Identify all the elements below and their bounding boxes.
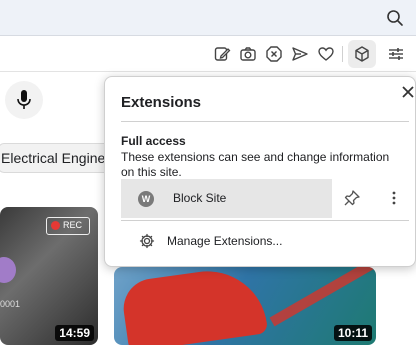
- extension-row-block-site[interactable]: W Block Site: [121, 179, 332, 218]
- microphone-icon: [17, 90, 31, 109]
- rec-badge: REC: [46, 217, 90, 235]
- thumbnail-road-graphic: [269, 267, 376, 327]
- rec-label: REC: [63, 220, 83, 230]
- rec-dot-icon: [51, 221, 60, 230]
- voice-search-button[interactable]: [5, 81, 43, 119]
- section-title: Full access: [121, 134, 186, 148]
- edit-note-icon[interactable]: [213, 45, 231, 63]
- section-description: These extensions can see and change info…: [121, 150, 390, 179]
- divider: [121, 220, 409, 221]
- toolbar-separator: [342, 46, 343, 62]
- extensions-icon[interactable]: [353, 45, 371, 63]
- popup-title: Extensions: [121, 94, 202, 111]
- video-duration: 10:11: [333, 325, 372, 341]
- video-thumbnail[interactable]: REC 0001 14:59: [0, 207, 98, 345]
- video-thumbnail[interactable]: 10:11: [114, 267, 376, 345]
- heart-icon[interactable]: [317, 45, 335, 63]
- manage-extensions-button[interactable]: Manage Extensions...: [121, 229, 409, 257]
- gear-icon: [139, 233, 155, 249]
- more-options-icon[interactable]: [385, 189, 403, 207]
- thumbnail-subtext: 0001: [0, 299, 21, 309]
- close-icon[interactable]: [401, 85, 415, 99]
- pin-icon[interactable]: [343, 189, 361, 207]
- manage-extensions-label: Manage Extensions...: [167, 234, 283, 248]
- video-duration: 14:59: [55, 325, 94, 341]
- thumbnail-car-graphic: [119, 267, 269, 345]
- divider: [121, 121, 409, 122]
- tab-search-icon[interactable]: [386, 9, 404, 27]
- sliders-icon[interactable]: [387, 45, 405, 63]
- camera-icon[interactable]: [239, 45, 257, 63]
- thumbnail-decoration: [0, 257, 16, 283]
- extension-logo: W: [138, 191, 154, 207]
- extension-name: Block Site: [173, 191, 227, 205]
- blocker-icon[interactable]: [265, 45, 283, 63]
- browser-toolbar: [0, 36, 416, 72]
- tab-strip: [0, 0, 416, 36]
- extensions-popup: Extensions Full access These extensions …: [104, 76, 416, 267]
- filter-chip[interactable]: Electrical Engineer: [0, 143, 110, 173]
- send-icon[interactable]: [291, 45, 309, 63]
